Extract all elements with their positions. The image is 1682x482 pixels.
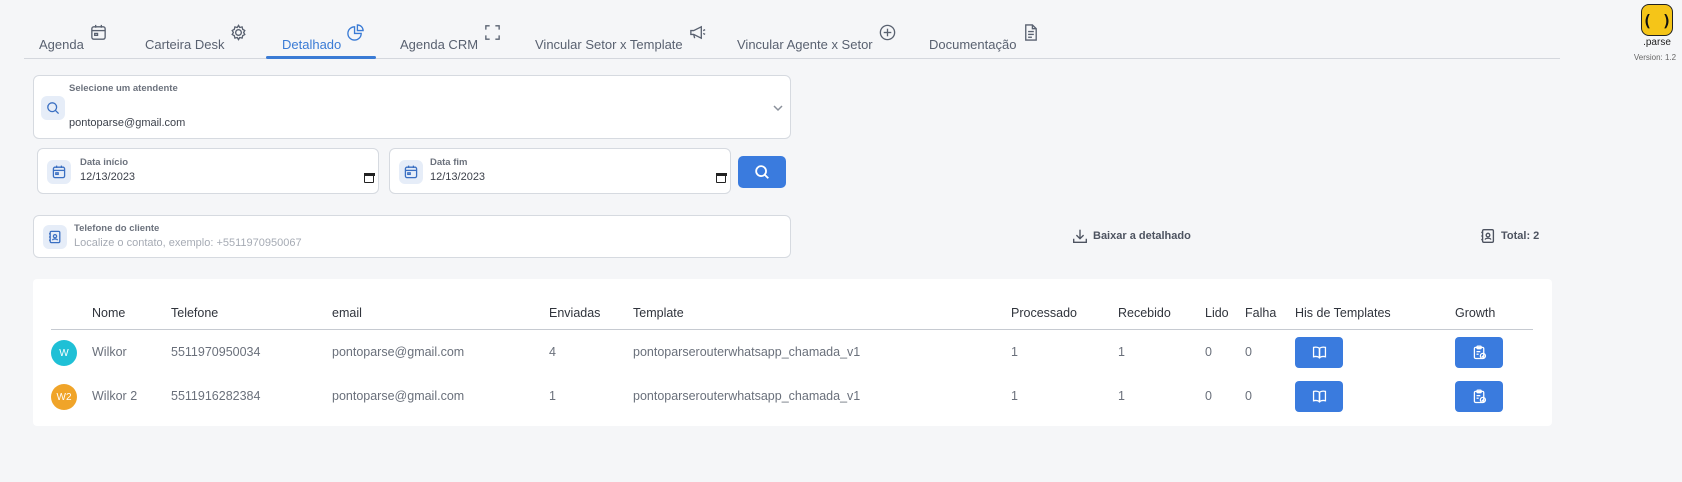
cell-template: pontoparserouterwhatsapp_chamada_v1 [633,345,861,359]
header-nome: Nome [92,306,126,320]
cell-processado: 1 [1011,389,1018,403]
tab-label: Vincular Setor x Template [535,37,683,52]
tab-label: Carteira Desk [145,37,225,52]
atendente-value: pontoparse@gmail.com [69,117,186,129]
avatar: W2 [51,384,77,410]
chevron-down-icon[interactable] [772,102,784,114]
cell-template: pontoparserouterwhatsapp_chamada_v1 [633,389,861,403]
tab-bar: Agenda Carteira Desk Detalhado Agenda CR… [24,14,1560,59]
data-inicio-label: Data início [80,157,129,168]
tab-label: Agenda CRM [400,37,479,52]
cell-telefone: 5511970950034 [171,345,261,359]
open-book-icon [1312,346,1326,359]
cell-telefone: 5511916282384 [171,389,261,403]
date-picker-icon[interactable] [715,172,727,183]
open-book-icon [1312,390,1326,403]
download-detalhado-button[interactable]: Baixar a detalhado [1071,227,1191,245]
his-templates-button[interactable] [1295,337,1343,368]
tab-label: Vincular Agente x Setor [737,37,873,52]
active-tab-indicator [266,56,376,59]
atendente-label: Selecione um atendente [69,83,178,94]
avatar: W [51,340,77,366]
tab-agenda-crm[interactable]: Agenda CRM [400,22,502,58]
cell-recebido: 1 [1118,345,1125,359]
tab-vincular-agente-setor[interactable]: Vincular Agente x Setor [737,22,897,58]
telefone-placeholder[interactable]: Localize o contato, exemplo: +5511970950… [74,237,302,249]
atendente-select[interactable]: Selecione um atendente pontoparse@gmail.… [33,75,791,139]
brand-logo: ( ) .parse Version: 1.2 [1634,4,1679,62]
growth-button[interactable] [1455,381,1503,412]
cell-processado: 1 [1011,345,1018,359]
calendar-icon [47,160,71,184]
tab-label: Agenda [39,37,84,52]
cell-lido: 0 [1205,345,1212,359]
megaphone-icon [689,25,706,40]
header-his-templates: His de Templates [1295,306,1391,320]
header-recebido: Recebido [1118,306,1171,320]
calendar-icon [399,160,423,184]
tab-label: Documentação [929,37,1017,52]
header-falha: Falha [1245,306,1277,320]
data-fim-label: Data fim [430,157,468,168]
download-label: Baixar a detalhado [1093,230,1191,242]
header-email: email [332,306,362,320]
header-processado: Processado [1011,306,1078,320]
parse-logo-icon: ( ) [1641,4,1673,36]
tab-agenda[interactable]: Agenda [39,22,108,58]
app-version: Version: 1.2 [1633,53,1677,62]
header-lido: Lido [1205,306,1229,320]
header-template: Template [633,306,684,320]
plus-circle-icon [879,24,895,41]
search-button[interactable] [738,156,786,188]
date-picker-icon[interactable] [363,172,375,183]
cell-falha: 0 [1245,389,1252,403]
tab-documentacao[interactable]: Documentação [929,22,1040,58]
pie-chart-icon [347,24,365,41]
header-enviadas: Enviadas [549,306,601,320]
telefone-label: Telefone do cliente [74,223,160,234]
total-count: Total: 2 [1479,227,1539,245]
data-inicio-field[interactable]: Data início 12/13/2023 [37,148,379,194]
document-icon [1025,24,1038,41]
clipboard-check-icon [1473,389,1486,404]
data-inicio-value: 12/13/2023 [80,171,136,183]
detalhado-table: Nome Telefone email Enviadas Template Pr… [33,279,1552,426]
brand-name: .parse [1643,37,1671,48]
gear-icon [231,24,247,41]
cell-falha: 0 [1245,345,1252,359]
cell-email: pontoparse@gmail.com [332,345,465,359]
data-fim-value: 12/13/2023 [430,171,486,183]
his-templates-button[interactable] [1295,381,1343,412]
telefone-field[interactable]: Telefone do cliente Localize o contato, … [33,215,791,258]
tab-vincular-setor-template[interactable]: Vincular Setor x Template [535,22,707,58]
cell-enviadas: 1 [549,389,556,403]
cell-nome: Wilkor [92,345,127,359]
tab-detalhado[interactable]: Detalhado [282,22,365,58]
cell-nome: Wilkor 2 [92,389,138,403]
contact-book-icon [43,225,67,249]
expand-icon [485,25,500,40]
growth-button[interactable] [1455,337,1503,368]
search-icon [755,165,769,179]
download-icon [1073,229,1087,243]
header-divider [51,329,1533,330]
tab-label: Detalhado [282,37,342,52]
search-icon [41,96,65,120]
clipboard-check-icon [1473,345,1486,360]
header-telefone: Telefone [171,306,219,320]
cell-recebido: 1 [1118,389,1125,403]
total-label: Total: 2 [1501,230,1540,242]
contact-book-icon [1481,229,1495,243]
cell-email: pontoparse@gmail.com [332,389,465,403]
cell-enviadas: 4 [549,345,556,359]
data-fim-field[interactable]: Data fim 12/13/2023 [389,148,731,194]
calendar-icon [91,24,106,40]
header-growth: Growth [1455,306,1496,320]
cell-lido: 0 [1205,389,1212,403]
tab-carteira-desk[interactable]: Carteira Desk [145,22,248,58]
